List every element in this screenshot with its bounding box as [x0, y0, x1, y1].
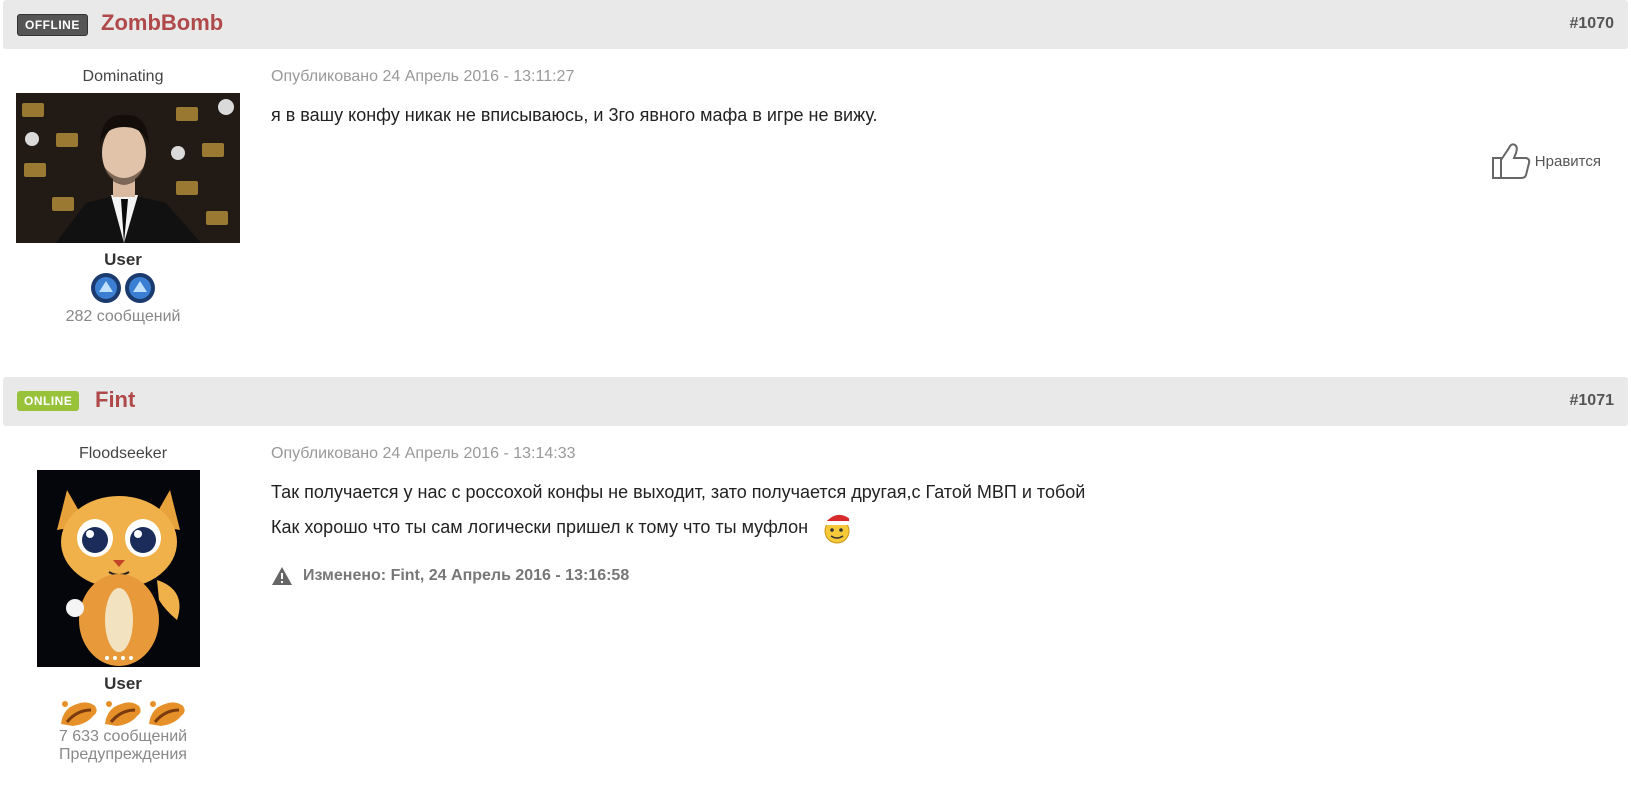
santa-smiley-icon	[824, 514, 856, 544]
post-header-1071: ONLINE Fint #1071	[3, 377, 1628, 426]
post-date: Опубликовано 24 Апрель 2016 - 13:11:27	[271, 68, 575, 85]
group-name: User	[104, 674, 142, 693]
avatar-image	[16, 93, 240, 243]
avatar[interactable]	[37, 470, 200, 667]
author-info-1071: Floodseeker User 7 633 сообщений Предупр…	[3, 445, 243, 764]
post-date: Опубликовано 24 Апрель 2016 - 13:14:33	[271, 445, 576, 462]
edit-note-text: Изменено: Fint, 24 Апрель 2016 - 13:16:5…	[303, 567, 630, 584]
author-info-1070: Dominating User 282 сообщений	[3, 68, 243, 326]
thumbs-up-icon	[1491, 143, 1530, 179]
author-name-link[interactable]: Fint	[95, 387, 135, 413]
post-body: Так получается у нас с россохой конфы не…	[271, 475, 1085, 545]
warnings-link[interactable]: Предупреждения	[3, 746, 243, 764]
rank-orb-icon	[125, 273, 155, 303]
like-label: Нравится	[1534, 152, 1601, 170]
rank-paw-icon	[149, 701, 185, 726]
post-header-1070: OFFLINE ZombBomb #1070	[3, 0, 1628, 49]
post-count: 7 633 сообщений	[58, 728, 188, 745]
rank-paw-icon	[61, 701, 97, 726]
post-body-line: Как хорошо что ты сам логически пришел к…	[271, 517, 809, 537]
avatar-image	[37, 470, 200, 667]
rank-orb-icon	[91, 273, 121, 303]
post-count: 282 сообщений	[65, 308, 181, 325]
status-badge: ONLINE	[17, 391, 80, 411]
post-body: я в вашу конфу никак не вписываюсь, и 3г…	[271, 105, 878, 125]
rank-badges	[3, 694, 243, 728]
status-badge: OFFLINE	[17, 14, 88, 36]
user-title: Dominating	[82, 68, 164, 85]
edit-note: Изменено: Fint, 24 Апрель 2016 - 13:16:5…	[271, 566, 629, 586]
avatar[interactable]	[16, 93, 240, 243]
post-number-link[interactable]: #1070	[1570, 15, 1615, 33]
user-title: Floodseeker	[78, 445, 168, 462]
group-name: User	[104, 250, 142, 269]
rank-paw-icon	[105, 701, 141, 726]
like-button[interactable]: Нравится	[1491, 142, 1601, 180]
author-name-link[interactable]: ZombBomb	[101, 10, 223, 36]
post-body-line: Так получается у нас с россохой конфы не…	[271, 482, 1086, 502]
rank-badges	[3, 272, 243, 304]
warning-icon	[272, 567, 292, 585]
post-number-link[interactable]: #1071	[1570, 392, 1615, 410]
post-body-line-2: Как хорошо что ты сам логически пришел к…	[271, 509, 1085, 545]
